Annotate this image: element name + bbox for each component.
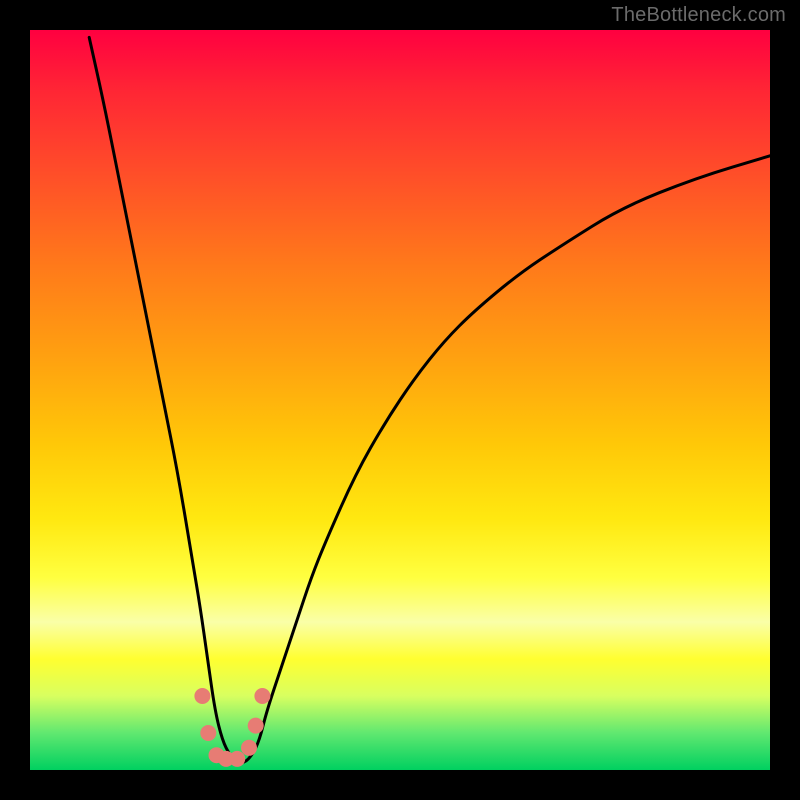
highlight-markers [194,688,270,767]
watermark-text: TheBottleneck.com [611,4,786,27]
marker-dot [241,740,257,756]
marker-dot [194,688,210,704]
plot-area [30,30,770,770]
marker-dot [248,718,264,734]
chart-frame: TheBottleneck.com [0,0,800,800]
marker-dot [229,751,245,767]
marker-dot [254,688,270,704]
marker-dot [200,725,216,741]
chart-overlay [30,30,770,770]
bottleneck-curve [89,37,770,762]
